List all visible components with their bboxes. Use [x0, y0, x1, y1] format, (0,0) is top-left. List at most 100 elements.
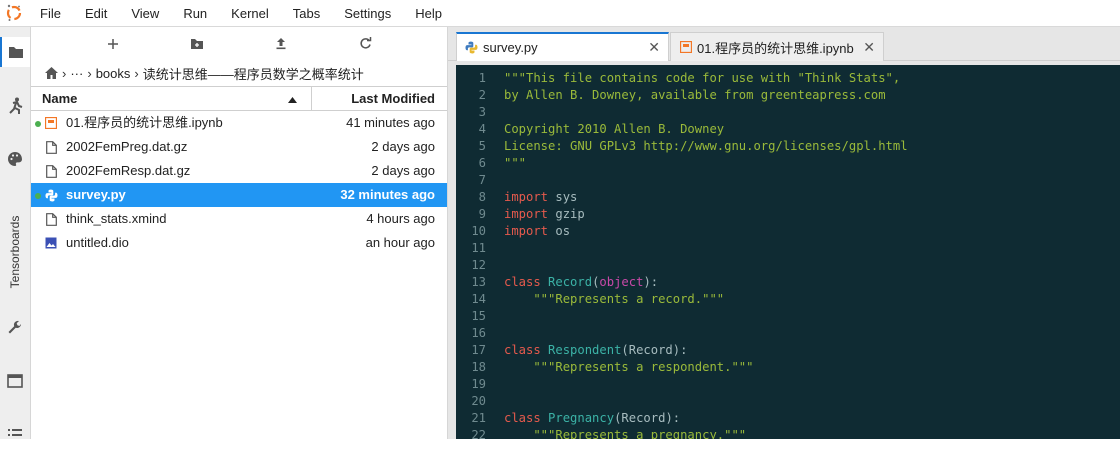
code-line: 17 class Respondent(Record):: [456, 342, 1120, 359]
file-row[interactable]: untitled.dio an hour ago: [31, 231, 447, 255]
file-name: untitled.dio: [66, 235, 129, 250]
line-number: 15: [471, 309, 486, 323]
sort-ascending-icon: [288, 91, 297, 106]
name-column-label: Name: [42, 91, 78, 106]
line-number: 1: [478, 71, 486, 85]
breadcrumb-books[interactable]: books: [96, 66, 131, 81]
list-icon[interactable]: [0, 419, 30, 449]
menu-file[interactable]: File: [28, 0, 73, 27]
jupyter-logo-icon[interactable]: [0, 0, 28, 27]
line-number: 21: [471, 411, 486, 425]
file-modified: 2 days ago: [371, 139, 435, 154]
breadcrumb-separator: ›: [134, 65, 139, 81]
tab-label: survey.py: [483, 40, 538, 55]
menu-view[interactable]: View: [119, 0, 171, 27]
close-tab-icon[interactable]: ✕: [648, 39, 660, 56]
code-line: 8 import sys: [456, 189, 1120, 206]
tab-notebook[interactable]: 01.程序员的统计思维.ipynb ✕: [670, 32, 884, 61]
file-modified: 41 minutes ago: [346, 115, 435, 130]
file-name: 2002FemPreg.dat.gz: [66, 139, 188, 154]
line-number: 11: [471, 241, 486, 255]
breadcrumb-ellipsis[interactable]: ···: [70, 66, 83, 81]
new-folder-button[interactable]: [185, 32, 209, 56]
menu-edit[interactable]: Edit: [73, 0, 119, 27]
line-number: 19: [471, 377, 486, 391]
line-text: """Represents a respondent.""": [504, 359, 753, 376]
modified-column-label: Last Modified: [351, 91, 435, 106]
code-token: class: [504, 343, 541, 357]
folder-icon[interactable]: [0, 37, 30, 67]
running-icon[interactable]: [0, 91, 30, 121]
code-token: """Represents a record.""": [504, 292, 725, 306]
code-token: os: [548, 224, 571, 238]
code-line: 13 class Record(object):: [456, 274, 1120, 291]
image-file-icon: [44, 236, 58, 250]
line-number: 14: [471, 292, 486, 306]
close-tab-icon[interactable]: ✕: [863, 39, 875, 56]
line-text: import sys: [504, 189, 577, 206]
file-browser-toolbar: [31, 27, 447, 60]
code-line: 19: [456, 376, 1120, 393]
code-token: import: [504, 207, 549, 221]
home-icon[interactable]: [45, 67, 58, 79]
file-icon: [44, 164, 58, 178]
code-line: 22 """Represents a pregnancy.""": [456, 427, 1120, 439]
line-number: 17: [471, 343, 486, 357]
tab-survey-py[interactable]: survey.py ✕: [456, 32, 669, 61]
new-launcher-button[interactable]: [101, 32, 125, 56]
line-number: 4: [478, 122, 486, 136]
code-line: 21 class Pregnancy(Record):: [456, 410, 1120, 427]
file-row[interactable]: 2002FemPreg.dat.gz 2 days ago: [31, 135, 447, 159]
breadcrumb-current-folder[interactable]: 读统计思维——程序员数学之概率统计: [143, 64, 364, 83]
code-line: 20: [456, 393, 1120, 410]
menu-help[interactable]: Help: [403, 0, 454, 27]
code-line: 2 by Allen B. Downey, available from gree…: [456, 87, 1120, 104]
menu-tabs[interactable]: Tabs: [281, 0, 332, 27]
upload-button[interactable]: [269, 32, 293, 56]
tensorboards-tab[interactable]: Tensorboards: [3, 207, 27, 297]
file-icon: [44, 140, 58, 154]
running-indicator: [35, 121, 41, 127]
code-token: gzip: [548, 207, 585, 221]
file-list-header: Name Last Modified: [31, 86, 447, 111]
line-text: """This file contains code for use with …: [504, 70, 900, 87]
code-token: (Record):: [621, 343, 688, 357]
file-row[interactable]: 01.程序员的统计思维.ipynb 41 minutes ago: [31, 111, 447, 135]
running-indicator: [35, 193, 41, 199]
wrench-icon[interactable]: [0, 313, 30, 343]
file-name: 2002FemResp.dat.gz: [66, 163, 191, 178]
file-name: 01.程序员的统计思维.ipynb: [66, 115, 223, 130]
code-token: class: [504, 411, 541, 425]
file-row[interactable]: think_stats.xmind 4 hours ago: [31, 207, 447, 231]
activity-bar: Tensorboards: [0, 27, 31, 439]
code-line: 14 """Represents a record.""": [456, 291, 1120, 308]
code-editor[interactable]: 1 """This file contains code for use with…: [456, 65, 1120, 439]
file-row[interactable]: survey.py 32 minutes ago: [31, 183, 447, 207]
file-modified: an hour ago: [365, 235, 435, 250]
code-line: 15: [456, 308, 1120, 325]
palette-icon[interactable]: [0, 144, 30, 174]
name-column-header[interactable]: Name: [31, 87, 312, 110]
python-file-icon: [465, 41, 478, 54]
refresh-button[interactable]: [353, 32, 377, 56]
breadcrumb: › ··· › books › 读统计思维——程序员数学之概率统计: [31, 60, 447, 86]
menu-kernel[interactable]: Kernel: [219, 0, 281, 27]
line-number: 9: [478, 207, 486, 221]
menu-run[interactable]: Run: [171, 0, 219, 27]
file-row[interactable]: 2002FemResp.dat.gz 2 days ago: [31, 159, 447, 183]
code-line: 11: [456, 240, 1120, 257]
line-text: License: GNU GPLv3 http://www.gnu.org/li…: [504, 138, 908, 155]
code-line: 5 License: GNU GPLv3 http://www.gnu.org/l…: [456, 138, 1120, 155]
tab-list-icon[interactable]: [0, 366, 30, 396]
code-token: ):: [643, 275, 659, 289]
code-token: object: [599, 275, 644, 289]
main-area: survey.py ✕ 01.程序员的统计思维.ipynb ✕ 1 """This…: [448, 27, 1120, 439]
modified-column-header[interactable]: Last Modified: [312, 87, 447, 110]
code-line: 18 """Represents a respondent.""": [456, 359, 1120, 376]
code-token: Copyright 2010 Allen B. Downey: [504, 122, 725, 136]
line-text: """Represents a record.""": [504, 291, 724, 308]
menu-settings[interactable]: Settings: [332, 0, 403, 27]
